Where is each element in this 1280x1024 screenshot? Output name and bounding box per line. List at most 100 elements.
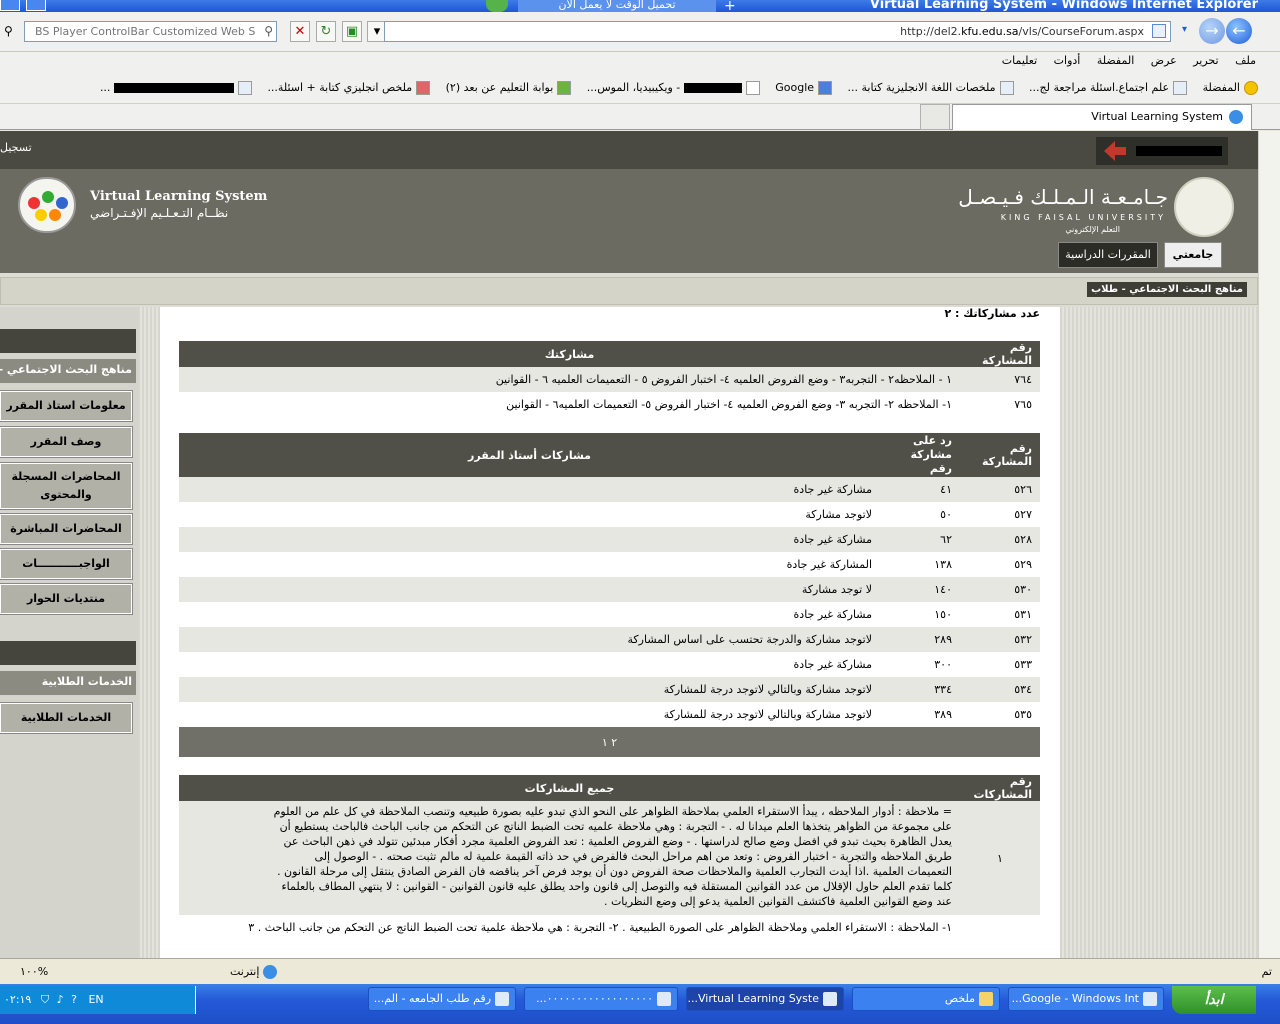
menu-tools[interactable]: أدوات (1054, 52, 1081, 70)
favorite-link[interactable]: - ويكيبيديا، الموس... (587, 72, 760, 103)
col-your-post: مشاركتك (179, 341, 960, 367)
new-tab-button[interactable] (920, 104, 950, 130)
reply-to-number: ٣٨٩ (880, 702, 960, 727)
window-title: Virtual Learning System - Windows Intern… (869, 0, 1258, 12)
table-row: ٥٢٦ ٤١ مشاركة غير جادة (179, 477, 1040, 502)
favorites-button[interactable]: المفضلة (1203, 72, 1258, 103)
magnifier-icon[interactable]: ⚲ (264, 24, 273, 38)
wikipedia-icon (745, 81, 760, 95)
logout-icon[interactable] (1104, 141, 1126, 161)
col-posts-number: رقم المشاركات (960, 775, 1040, 801)
tab-my-university[interactable]: جامعتي (1164, 242, 1222, 268)
table-row: ٥٢٩ ١٣٨ المشاركة غير جادة (179, 552, 1040, 577)
pagination[interactable]: ٢ ١ (179, 727, 1040, 757)
sidebar-item-assignments[interactable]: الواجبـــــــــــات (0, 548, 133, 580)
teacher-comment: مشاركة غير جادة (179, 652, 880, 677)
plus-icon[interactable]: + (724, 0, 736, 12)
vls-title-en: Virtual Learning System (90, 189, 268, 204)
favorite-link[interactable]: ملخصات اللغة الانجليزية كتابة ... (848, 72, 1014, 103)
teacher-comment: مشاركة غير جادة (179, 602, 880, 627)
menu-bar: ملف تحرير عرض المفضلة أدوات تعليمات (0, 52, 1280, 72)
favorite-link[interactable]: ملخص انجليزي كتابة + اسئلة... (267, 72, 431, 103)
favorite-link[interactable]: بوابة التعليم عن بعد (٢) (446, 72, 572, 103)
login-link[interactable]: تسجيل (0, 141, 32, 154)
top-strip: تسجيل (0, 131, 1258, 169)
table-row: ٥٣١ ١٥٠ مشاركة غير جادة (179, 602, 1040, 627)
post-text: = ملاحظة : أدوار الملاحظه ، يبدأ الاستقر… (179, 801, 960, 915)
favorite-link[interactable]: علم اجتماع.اسئلة مراجعة لج... (1029, 72, 1188, 103)
page-scrollbar[interactable] (1258, 131, 1280, 958)
user-panel (1096, 137, 1228, 165)
address-url[interactable]: http://del2.kfu.edu.sa/vls/CourseForum.a… (900, 25, 1144, 38)
minimize-button[interactable] (26, 0, 46, 11)
google-icon (818, 81, 833, 95)
favorite-link[interactable]: ... (100, 72, 252, 103)
restore-button[interactable] (0, 0, 20, 11)
post-number: ٥٣٢ (960, 627, 1040, 652)
compat-view-icon[interactable]: ▣ (342, 21, 362, 42)
address-bar[interactable]: http://del2.kfu.edu.sa/vls/CourseForum.a… (384, 21, 1171, 42)
post-number: ٥٢٨ (960, 527, 1040, 552)
clock[interactable]: ٠٢:١٩ (4, 993, 31, 1006)
tab-row: Virtual Learning System (0, 104, 1280, 130)
help-icon[interactable]: ? (71, 993, 77, 1006)
post-number: ٥٣٠ (960, 577, 1040, 602)
shield-icon[interactable]: ⛉ (41, 993, 49, 1006)
post-number: ٥٢٧ (960, 502, 1040, 527)
language-indicator[interactable]: EN (88, 993, 103, 1006)
post-number: ٥٣٥ (960, 702, 1040, 727)
volume-icon[interactable]: ♪ (57, 993, 64, 1006)
search-box[interactable]: ⚲ (24, 21, 277, 42)
table-row: ٥٣٣ ٣٠٠ مشاركة غير جادة (179, 652, 1040, 677)
taskbar-item[interactable]: ملخص (852, 987, 1000, 1011)
search-icon[interactable]: ⚲ (4, 24, 13, 38)
menu-view[interactable]: عرض (1151, 52, 1177, 70)
taskbar-item[interactable]: رقم طلب الجامعه - الم... (368, 987, 516, 1011)
menu-edit[interactable]: تحرير (1193, 52, 1218, 70)
menu-file[interactable]: ملف (1235, 52, 1256, 70)
popup-tab[interactable]: تحميل الوقت لا يعمل الآن (518, 0, 716, 12)
table-row: ٥٢٧ ٥٠ لاتوجد مشاركة (179, 502, 1040, 527)
start-button[interactable]: ابدأ (1172, 986, 1256, 1014)
taskbar-item-active[interactable]: Virtual Learning Syste... (686, 987, 844, 1011)
ie-icon (1143, 992, 1157, 1006)
university-name-en: KING FAISAL UNIVERSITY (1000, 213, 1166, 222)
status-text: تم (1261, 965, 1272, 978)
teacher-comment: لاتوجد مشاركة والدرجة تحتسب على اساس الم… (179, 627, 880, 652)
all-posts-table: رقم المشاركات جميع المشاركات ١ = ملاحظة … (179, 775, 1040, 940)
sidebar-item-live-lectures[interactable]: المحاضرات المباشرة (0, 513, 133, 545)
reply-to-number: ٤١ (880, 477, 960, 502)
sidebar-item-forums[interactable]: منتديات الحوار (0, 583, 133, 615)
breadcrumb-course[interactable]: مناهج البحث الاجتماعي - طلاب (1087, 282, 1247, 297)
taskbar-item[interactable]: ٠٠٠٠٠٠٠٠٠٠٠٠٠٠٠٠٠٠... (524, 987, 678, 1011)
star-icon (1244, 81, 1258, 95)
security-zone[interactable]: إنترنت (230, 965, 278, 979)
table-row: ٥٣٤ ٣٣٤ لاتوجد مشاركة وبالتالي لاتوجد درجة… (179, 677, 1040, 702)
taskbar-item[interactable]: Google - Windows Int... (1008, 987, 1164, 1011)
reply-to-number: ٣٣٤ (880, 677, 960, 702)
sidebar-item-recorded-lectures[interactable]: المحاضرات المسجلة والمحتوى (0, 462, 133, 510)
refresh-icon[interactable]: ↻ (316, 21, 336, 42)
tab-virtual-learning-system[interactable]: Virtual Learning System (952, 104, 1252, 130)
zoom-level[interactable]: ١٠٠% (20, 965, 48, 978)
reply-to-number: ٢٨٩ (880, 627, 960, 652)
post-text: ١ - الملاحظه٢ - التجربه٣ - وضع الفروض ال… (179, 367, 960, 392)
col-post-number: رقم المشاركة (960, 433, 1040, 477)
vls-logo (18, 177, 76, 233)
favorite-link[interactable]: Google (775, 72, 833, 103)
menu-help[interactable]: تعليمات (1002, 52, 1037, 70)
post-number: ٥٣٣ (960, 652, 1040, 677)
reply-to-number: ٦٢ (880, 527, 960, 552)
sidebar-item-student-services[interactable]: الخدمات الطلابية (0, 702, 133, 734)
search-input[interactable] (25, 22, 255, 41)
sidebar-item-course-description[interactable]: وصف المقرر (0, 426, 133, 458)
forward-button[interactable]: → (1199, 18, 1225, 44)
history-dropdown-icon[interactable]: ▾ (1182, 24, 1187, 35)
shield-icon (486, 0, 508, 12)
back-button[interactable]: ← (1226, 18, 1252, 44)
reply-to-number: ١٤٠ (880, 577, 960, 602)
stop-icon[interactable]: ✕ (290, 21, 310, 42)
sidebar-item-instructor-info[interactable]: معلومات استاذ المقرر (0, 390, 133, 422)
menu-favorites[interactable]: المفضلة (1097, 52, 1134, 70)
tab-courses[interactable]: المقررات الدراسية (1058, 242, 1158, 268)
